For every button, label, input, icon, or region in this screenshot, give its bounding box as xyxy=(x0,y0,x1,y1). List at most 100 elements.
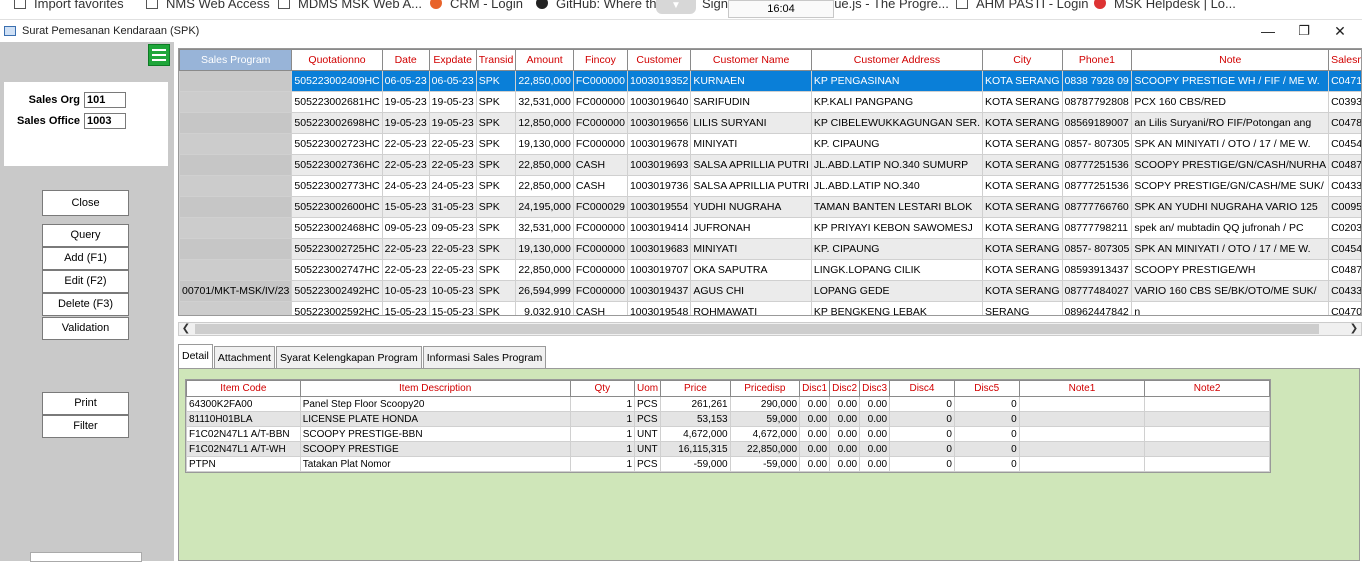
detail-grid[interactable]: Item CodeItem DescriptionQtyUomPricePric… xyxy=(185,379,1271,473)
table-cell: C0454 xyxy=(1329,134,1362,155)
sales-office-field[interactable]: 1003 xyxy=(84,113,126,129)
column-header[interactable]: Fincoy xyxy=(573,50,627,71)
column-header[interactable]: Quotationno xyxy=(292,50,382,71)
table-row[interactable]: 505223002725HC22-05-2322-05-23SPK19,130,… xyxy=(180,239,1362,260)
table-row[interactable]: 505223002736HC22-05-2322-05-23SPK22,850,… xyxy=(180,155,1362,176)
table-row[interactable]: 505223002773HC24-05-2324-05-23SPK22,850,… xyxy=(180,176,1362,197)
table-cell: 0.00 xyxy=(860,457,890,472)
table-cell: LICENSE PLATE HONDA xyxy=(300,412,570,427)
list-item[interactable]: 64300K2FA00Panel Step Floor Scoopy201PCS… xyxy=(187,397,1270,412)
bookmark-nms-web-access[interactable]: NMS Web Access xyxy=(146,0,270,13)
bookmark-github[interactable]: GitHub: Where the... xyxy=(536,0,675,13)
table-cell: 505223002468HC xyxy=(292,218,382,239)
table-cell: KP. CIPAUNG xyxy=(811,239,982,260)
list-item[interactable]: F1C02N47L1 A/T-BBNSCOOPY PRESTIGE-BBN1UN… xyxy=(187,427,1270,442)
table-cell xyxy=(180,134,292,155)
column-header[interactable]: Customer Address xyxy=(811,50,982,71)
table-row[interactable]: 505223002592HC15-05-2315-05-23SPK9,032,9… xyxy=(180,302,1362,317)
column-header[interactable]: Disc4 xyxy=(890,381,955,397)
column-header[interactable]: Salesman xyxy=(1329,50,1362,71)
column-header[interactable]: Uom xyxy=(635,381,661,397)
scroll-right-icon[interactable]: ❯ xyxy=(1347,323,1361,335)
list-item[interactable]: 81110H01BLALICENSE PLATE HONDA1PCS53,153… xyxy=(187,412,1270,427)
validation-button[interactable]: Validation xyxy=(42,317,129,340)
column-header[interactable]: Pricedisp xyxy=(730,381,799,397)
bookmark-import-favorites[interactable]: Import favorites xyxy=(14,0,124,13)
column-header[interactable]: Note1 xyxy=(1019,381,1145,397)
column-header[interactable]: Item Description xyxy=(300,381,570,397)
tab-attachment[interactable]: Attachment xyxy=(214,346,275,368)
edit-button[interactable]: Edit (F2) xyxy=(42,270,129,293)
close-button[interactable]: Close xyxy=(42,190,129,216)
scrollbar-thumb[interactable] xyxy=(195,324,1319,334)
table-cell: C0487 xyxy=(1329,260,1362,281)
bookmark-msk-helpdesk[interactable]: MSK Helpdesk | Lo... xyxy=(1094,0,1236,13)
print-button[interactable]: Print xyxy=(42,392,129,415)
table-cell: 24-05-23 xyxy=(382,176,429,197)
table-row[interactable]: 505223002698HC19-05-2319-05-23SPK12,850,… xyxy=(180,113,1362,134)
horizontal-scrollbar[interactable]: ❮ ❯ xyxy=(178,322,1362,336)
restore-button[interactable]: ❐ xyxy=(1286,20,1322,42)
table-cell: 22,850,000 xyxy=(516,71,574,92)
bookmark-crm-login[interactable]: CRM - Login xyxy=(430,0,523,13)
scroll-left-icon[interactable]: ❮ xyxy=(179,323,193,335)
column-header[interactable]: Sales Program xyxy=(180,50,292,71)
column-header[interactable]: Transid xyxy=(476,50,516,71)
column-header[interactable]: Amount xyxy=(516,50,574,71)
spk-grid[interactable]: Sales ProgramQuotationnoDateExpdateTrans… xyxy=(178,48,1362,316)
filter-button[interactable]: Filter xyxy=(42,415,129,438)
column-header[interactable]: Disc1 xyxy=(800,381,830,397)
column-header[interactable]: Customer Name xyxy=(691,50,812,71)
close-window-button[interactable]: ✕ xyxy=(1322,20,1358,42)
table-row[interactable]: 505223002681HC19-05-2319-05-23SPK32,531,… xyxy=(180,92,1362,113)
table-cell: 22-05-23 xyxy=(429,260,476,281)
column-header[interactable]: Expdate xyxy=(429,50,476,71)
table-row[interactable]: 505223002409HC06-05-2306-05-23SPK22,850,… xyxy=(180,71,1362,92)
sales-org-field[interactable]: 101 xyxy=(84,92,126,108)
column-header[interactable]: Disc3 xyxy=(860,381,890,397)
column-header[interactable]: Note2 xyxy=(1145,381,1270,397)
table-cell: 505223002409HC xyxy=(292,71,382,92)
column-header[interactable]: Qty xyxy=(570,381,634,397)
table-row[interactable]: 505223002468HC09-05-2309-05-23SPK32,531,… xyxy=(180,218,1362,239)
hamburger-menu-button[interactable] xyxy=(148,44,170,66)
column-header[interactable]: City xyxy=(983,50,1063,71)
tab-syarat-kelengkapan[interactable]: Syarat Kelengkapan Program xyxy=(276,346,422,368)
list-item[interactable]: PTPNTatakan Plat Nomor1PCS-59,000-59,000… xyxy=(187,457,1270,472)
collapse-toolbar-button[interactable]: ▼ xyxy=(656,0,696,14)
minimize-button[interactable]: — xyxy=(1250,20,1286,42)
table-cell: 53,153 xyxy=(661,412,730,427)
bookmark-ahm-pasti[interactable]: AHM PASTI - Login xyxy=(956,0,1088,13)
table-cell: SPK xyxy=(476,218,516,239)
column-header[interactable]: Disc5 xyxy=(954,381,1019,397)
tab-detail[interactable]: Detail xyxy=(178,344,213,368)
column-header[interactable]: Phone1 xyxy=(1062,50,1132,71)
table-cell: 505223002747HC xyxy=(292,260,382,281)
table-cell: KOTA SERANG xyxy=(983,71,1063,92)
delete-button[interactable]: Delete (F3) xyxy=(42,293,129,316)
column-header[interactable]: Date xyxy=(382,50,429,71)
table-row[interactable]: 505223002747HC22-05-2322-05-23SPK22,850,… xyxy=(180,260,1362,281)
add-button[interactable]: Add (F1) xyxy=(42,247,129,270)
table-cell: SPK xyxy=(476,113,516,134)
column-header[interactable]: Note xyxy=(1132,50,1329,71)
table-cell xyxy=(1019,442,1145,457)
column-header[interactable]: Item Code xyxy=(187,381,301,397)
table-cell: C0433 xyxy=(1329,281,1362,302)
table-row[interactable]: 505223002600HC15-05-2331-05-23SPK24,195,… xyxy=(180,197,1362,218)
tab-informasi-sales-program[interactable]: Informasi Sales Program xyxy=(423,346,547,368)
column-header[interactable]: Price xyxy=(661,381,730,397)
column-header[interactable]: Disc2 xyxy=(830,381,860,397)
table-cell: 81110H01BLA xyxy=(187,412,301,427)
table-row[interactable]: 00701/MKT-MSK/IV/23505223002492HC10-05-2… xyxy=(180,281,1362,302)
column-header[interactable]: Customer xyxy=(627,50,690,71)
query-button[interactable]: Query xyxy=(42,224,129,247)
table-cell: 1003019352 xyxy=(627,71,690,92)
list-item[interactable]: F1C02N47L1 A/T-WHSCOOPY PRESTIGE1UNT16,1… xyxy=(187,442,1270,457)
bookmark-mdms[interactable]: MDMS MSK Web A... xyxy=(278,0,422,13)
table-cell xyxy=(1145,412,1270,427)
table-cell: 0838 7928 09 xyxy=(1062,71,1132,92)
table-cell: PCS xyxy=(635,412,661,427)
table-row[interactable]: 505223002723HC22-05-2322-05-23SPK19,130,… xyxy=(180,134,1362,155)
table-cell: 0.00 xyxy=(830,427,860,442)
